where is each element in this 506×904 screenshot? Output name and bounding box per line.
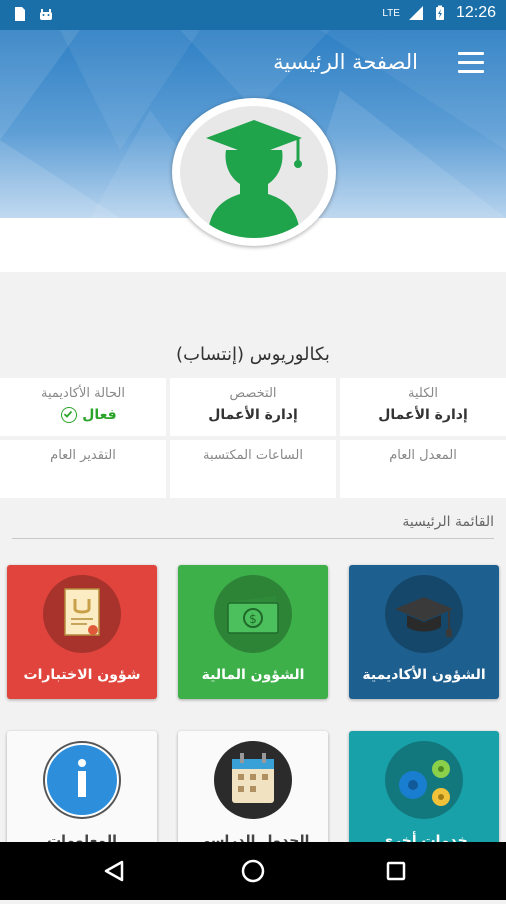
grade-cell: التقدير العام bbox=[0, 440, 166, 498]
status-value: فعال bbox=[82, 407, 117, 423]
tile-label: الشؤون المالية bbox=[201, 667, 305, 683]
tile-financial-affairs[interactable]: $ الشؤون المالية bbox=[178, 565, 328, 699]
status-label: الحالة الأكاديمية bbox=[41, 386, 125, 401]
clock: 12:26 bbox=[455, 4, 496, 21]
hours-cell: الساعات المكتسبة bbox=[170, 440, 336, 498]
android-icon bbox=[40, 9, 52, 20]
signal-icon bbox=[408, 6, 423, 20]
sd-card-icon bbox=[15, 7, 25, 21]
degree-label: بكالوريوس (إنتساب) bbox=[176, 344, 330, 365]
back-icon[interactable] bbox=[74, 842, 154, 900]
major-cell: التخصص إدارة الأعمال bbox=[170, 378, 336, 436]
major-label: التخصص bbox=[229, 386, 277, 401]
avatar bbox=[172, 98, 336, 246]
network-label: LTE bbox=[382, 7, 400, 19]
tile-label: شؤون الاختبارات bbox=[23, 667, 141, 683]
svg-text:$: $ bbox=[249, 612, 257, 626]
tile-label: الشؤون الأكاديمية bbox=[362, 667, 486, 683]
check-icon bbox=[61, 407, 78, 423]
college-cell: الكلية إدارة الأعمال bbox=[340, 378, 506, 436]
main-menu-title: القائمة الرئيسية bbox=[402, 514, 494, 530]
gears-icon bbox=[399, 760, 450, 806]
info-grid: الكلية إدارة الأعمال التخصص إدارة الأعما… bbox=[0, 378, 506, 498]
gpa-cell: المعدل العام bbox=[340, 440, 506, 498]
grade-label: التقدير العام bbox=[50, 448, 116, 463]
money-icon: $ bbox=[226, 595, 280, 634]
battery-icon bbox=[435, 5, 444, 20]
hours-label: الساعات المكتسبة bbox=[203, 448, 303, 463]
tile-academic-affairs[interactable]: الشؤون الأكاديمية bbox=[349, 565, 499, 699]
graduation-cap-icon bbox=[395, 597, 453, 637]
major-value: إدارة الأعمال bbox=[208, 407, 298, 423]
tile-exam-affairs[interactable]: شؤون الاختبارات bbox=[7, 565, 157, 699]
gpa-label: المعدل العام bbox=[389, 448, 457, 463]
calendar-icon bbox=[232, 753, 274, 803]
hamburger-menu-icon[interactable] bbox=[458, 52, 484, 74]
system-nav-bar bbox=[0, 842, 506, 900]
status-bar: LTE 12:26 bbox=[0, 0, 506, 30]
page-title: الصفحة الرئيسية bbox=[273, 50, 418, 74]
college-label: الكلية bbox=[408, 386, 438, 401]
status-cell: الحالة الأكاديمية فعال bbox=[0, 378, 166, 436]
divider bbox=[12, 538, 494, 539]
home-icon[interactable] bbox=[213, 842, 293, 900]
college-value: إدارة الأعمال bbox=[378, 407, 468, 423]
info-icon bbox=[45, 743, 119, 817]
certificate-icon bbox=[64, 588, 100, 636]
status-value-row: فعال bbox=[0, 407, 166, 423]
recents-icon[interactable] bbox=[356, 842, 436, 900]
graduate-avatar-icon bbox=[206, 120, 302, 238]
